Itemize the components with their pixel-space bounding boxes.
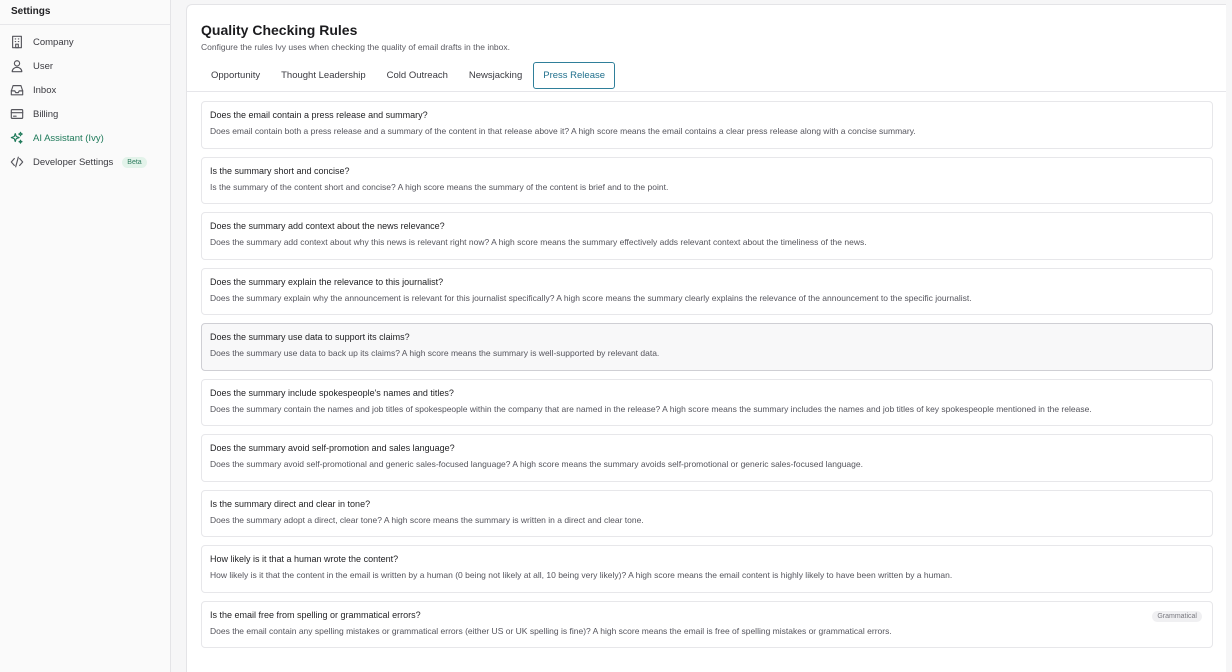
rule-card[interactable]: Is the summary short and concise? Is the… [201, 156, 1213, 204]
rule-description: Does email contain both a press release … [210, 126, 916, 136]
sidebar: Settings Company User Inbox Billing AI A… [0, 0, 171, 672]
rule-title: Does the email contain a press release a… [210, 110, 428, 120]
sidebar-item-company[interactable]: Company [0, 30, 170, 54]
tab-newsjacking[interactable]: Newsjacking [459, 62, 532, 89]
credit-card-icon [9, 107, 24, 122]
rule-title: How likely is it that a human wrote the … [210, 554, 399, 564]
rule-title: Does the summary add context about the n… [210, 221, 445, 231]
sidebar-item-developer-settings[interactable]: Developer Settings Beta [0, 150, 170, 174]
rule-description: Does the summary use data to back up its… [210, 348, 660, 358]
building-icon [9, 35, 24, 50]
rule-title: Does the summary explain the relevance t… [210, 276, 444, 287]
rule-description: Does the summary contain the names and j… [210, 403, 1092, 414]
tab-thought-leadership[interactable]: Thought Leadership [271, 62, 376, 89]
rule-card[interactable]: Does the summary include spokespeople's … [201, 378, 1213, 426]
rule-card[interactable]: Does the summary add context about the n… [201, 212, 1213, 260]
rule-description: Does the summary adopt a direct, clear t… [210, 514, 644, 525]
sidebar-item-user[interactable]: User [0, 54, 170, 78]
rule-card[interactable]: Does the summary explain the relevance t… [201, 267, 1213, 315]
sidebar-item-inbox[interactable]: Inbox [0, 78, 170, 102]
rules-list: Does the email contain a press release a… [187, 92, 1226, 648]
rule-card[interactable]: Does the summary use data to support its… [201, 323, 1213, 371]
rule-card[interactable]: Does the summary avoid self-promotion an… [201, 434, 1213, 482]
rule-card[interactable]: Grammatical Is the email free from spell… [201, 600, 1213, 648]
sidebar-item-label: AI Assistant (Ivy) [33, 132, 104, 144]
rule-title: Does the summary include spokespeople's … [210, 387, 454, 398]
page-header: Quality Checking Rules Configure the rul… [187, 5, 1226, 52]
tab-opportunity[interactable]: Opportunity [201, 62, 270, 89]
rule-category-tabs: Opportunity Thought Leadership Cold Outr… [187, 61, 1226, 89]
sidebar-item-billing[interactable]: Billing [0, 102, 170, 126]
sidebar-item-label: Company [33, 36, 74, 48]
rule-description: Does the email contain any spelling mist… [210, 625, 892, 636]
page-subtitle: Configure the rules Ivy uses when checki… [201, 42, 511, 52]
rule-title: Does the summary use data to support its… [210, 332, 410, 342]
sidebar-item-ai-assistant[interactable]: AI Assistant (Ivy) [0, 126, 170, 150]
rule-tag: Grammatical [1152, 610, 1202, 622]
user-icon [9, 59, 24, 74]
sidebar-title: Settings [0, 0, 170, 25]
rule-title: Is the summary direct and clear in tone? [210, 498, 371, 509]
rule-description: Is the summary of the content short and … [210, 181, 669, 192]
sparkles-icon [9, 131, 24, 146]
rule-description: Does the summary explain why the announc… [210, 292, 972, 303]
rule-description: Does the summary add context about why t… [210, 237, 867, 247]
main-panel: Quality Checking Rules Configure the rul… [186, 4, 1226, 672]
rule-title: Is the email free from spelling or gramm… [210, 609, 421, 620]
rule-description: How likely is it that the content in the… [210, 570, 953, 580]
layout-gap [171, 0, 186, 672]
inbox-icon [9, 83, 24, 98]
tab-cold-outreach[interactable]: Cold Outreach [377, 62, 458, 89]
rule-description: Does the summary avoid self-promotional … [210, 459, 863, 469]
sidebar-item-label: Billing [33, 108, 59, 120]
sidebar-item-label: Developer Settings [33, 156, 114, 168]
rule-card[interactable]: How likely is it that a human wrote the … [201, 545, 1213, 593]
sidebar-item-label: User [33, 60, 54, 72]
rule-card[interactable]: Does the email contain a press release a… [201, 101, 1213, 149]
rule-title: Does the summary avoid self-promotion an… [210, 443, 455, 453]
code-icon [9, 155, 24, 170]
sidebar-nav: Company User Inbox Billing AI Assistant … [0, 25, 170, 174]
tab-press-release[interactable]: Press Release [533, 61, 616, 89]
app-root: Settings Company User Inbox Billing AI A… [0, 0, 1232, 672]
sidebar-item-label: Inbox [33, 84, 57, 96]
rule-title: Is the summary short and concise? [210, 165, 350, 176]
beta-badge: Beta [122, 156, 147, 168]
page-title: Quality Checking Rules [201, 22, 358, 38]
rule-card[interactable]: Is the summary direct and clear in tone?… [201, 489, 1213, 537]
